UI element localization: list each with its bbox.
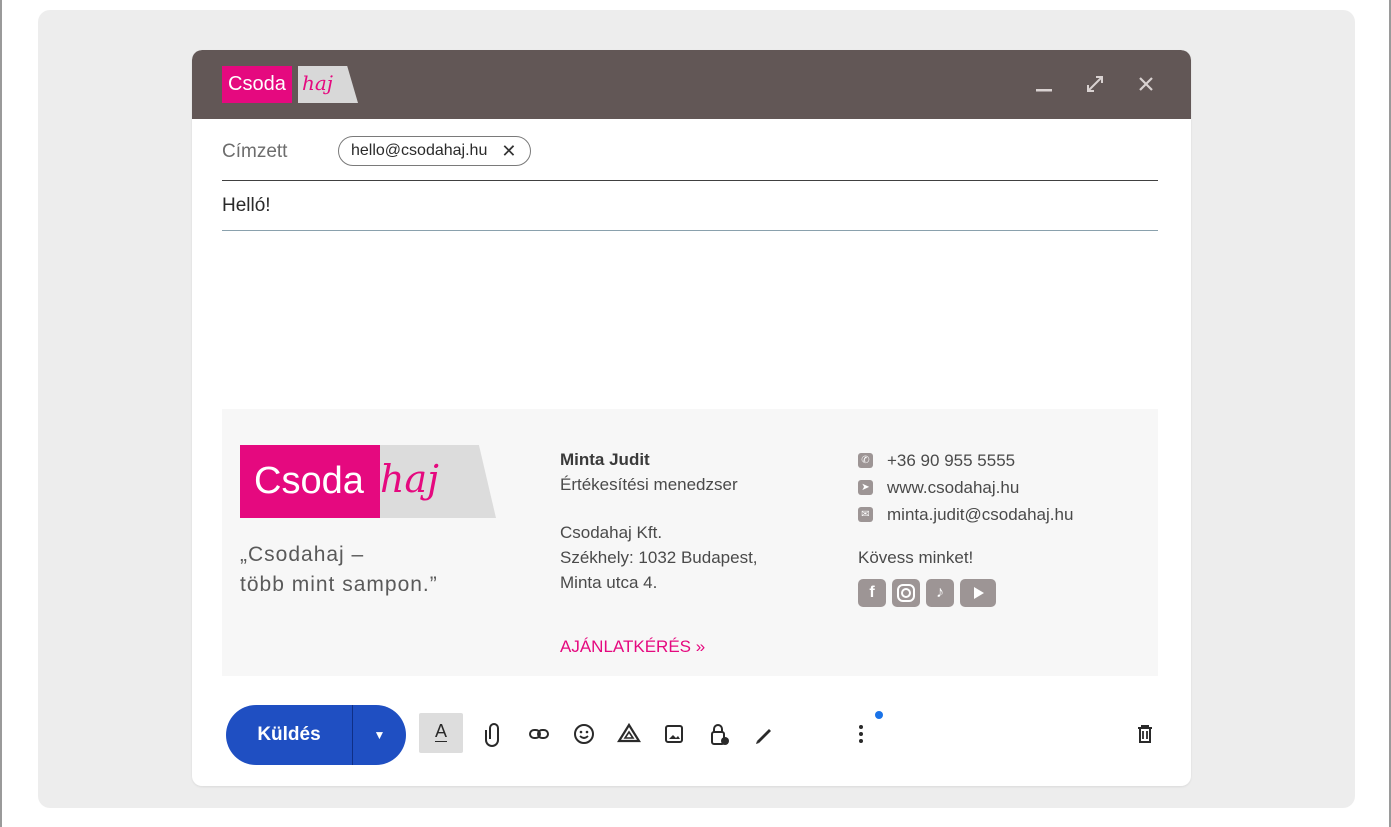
- website-url: www.csodahaj.hu: [887, 478, 1020, 497]
- compose-window: Csoda haj Címzett hello@csodahaj.hu ✕ He…: [192, 50, 1191, 786]
- confidential-icon[interactable]: [704, 719, 734, 749]
- send-options-icon[interactable]: ▼: [353, 705, 406, 765]
- tiktok-icon[interactable]: ♪: [926, 579, 954, 607]
- delete-icon[interactable]: [1130, 719, 1160, 749]
- logo-script-text: haj: [302, 71, 334, 95]
- close-icon[interactable]: [1134, 72, 1158, 96]
- signature-slogan: „Csodahaj – több mint sampon.”: [240, 540, 438, 600]
- follow-label: Kövess minket!: [858, 548, 974, 567]
- email-signature: Csoda haj „Csodahaj – több mint sampon.”…: [222, 409, 1158, 676]
- signature-contact-block: ✆ +36 90 955 5555 ➤ www.csodahaj.hu ✉ mi…: [858, 447, 1073, 607]
- notification-dot: [875, 711, 883, 719]
- brand-logo: Csoda haj: [222, 66, 362, 103]
- signature-icon[interactable]: [749, 719, 779, 749]
- slogan-line-2: több mint sampon.”: [240, 573, 438, 596]
- phone-icon: ✆: [858, 453, 873, 468]
- expand-icon[interactable]: [1083, 72, 1107, 96]
- link-icon[interactable]: [524, 719, 554, 749]
- signature-person-block: Minta Judit Értékesítési menedzser Csoda…: [560, 447, 758, 595]
- recipient-email: hello@csodahaj.hu: [351, 142, 488, 159]
- contact-email[interactable]: ✉ minta.judit@csodahaj.hu: [858, 501, 1073, 528]
- send-button[interactable]: Küldés ▼: [226, 705, 406, 765]
- subject-field[interactable]: Helló!: [222, 195, 271, 217]
- contact-phone[interactable]: ✆ +36 90 955 5555: [858, 447, 1073, 474]
- signature-logo: Csoda haj: [240, 445, 500, 518]
- attach-icon[interactable]: [479, 719, 509, 749]
- signature-address-line-2: Minta utca 4.: [560, 573, 658, 592]
- compose-titlebar: Csoda haj: [192, 50, 1191, 119]
- send-label: Küldés: [257, 724, 321, 745]
- cursor-icon: ➤: [858, 480, 873, 495]
- remove-recipient-icon[interactable]: ✕: [501, 141, 516, 162]
- minimize-icon[interactable]: [1032, 72, 1056, 96]
- instagram-icon[interactable]: [892, 579, 920, 607]
- recipients-label: Címzett: [222, 141, 288, 162]
- emoji-icon[interactable]: [569, 719, 599, 749]
- subject-row[interactable]: Helló!: [222, 181, 1158, 231]
- signature-logo-script: haj: [380, 457, 439, 501]
- signature-name: Minta Judit: [560, 450, 650, 469]
- youtube-icon[interactable]: [960, 579, 996, 607]
- quote-request-link[interactable]: AJÁNLATKÉRÉS »: [560, 637, 705, 657]
- drive-icon[interactable]: [614, 719, 644, 749]
- contact-website[interactable]: ➤ www.csodahaj.hu: [858, 474, 1073, 501]
- logo-main-text: Csoda: [222, 66, 292, 103]
- facebook-icon[interactable]: f: [858, 579, 886, 607]
- envelope-icon: ✉: [858, 507, 873, 522]
- recipients-row[interactable]: Címzett hello@csodahaj.hu ✕: [222, 119, 1158, 181]
- social-links: f ♪: [858, 579, 1073, 607]
- compose-toolbar: Küldés ▼ A: [192, 700, 1191, 770]
- text-format-icon[interactable]: A: [419, 713, 463, 753]
- signature-address-line-1: Székhely: 1032 Budapest,: [560, 548, 758, 567]
- signature-role: Értékesítési menedzser: [560, 475, 738, 494]
- signature-logo-main: Csoda: [240, 445, 380, 518]
- phone-number: +36 90 955 5555: [887, 451, 1016, 470]
- signature-company: Csodahaj Kft.: [560, 523, 663, 542]
- photo-icon[interactable]: [659, 719, 689, 749]
- email-address: minta.judit@csodahaj.hu: [887, 505, 1074, 524]
- more-options-icon[interactable]: [846, 719, 876, 749]
- recipient-chip[interactable]: hello@csodahaj.hu ✕: [338, 136, 532, 166]
- slogan-line-1: „Csodahaj –: [240, 543, 365, 566]
